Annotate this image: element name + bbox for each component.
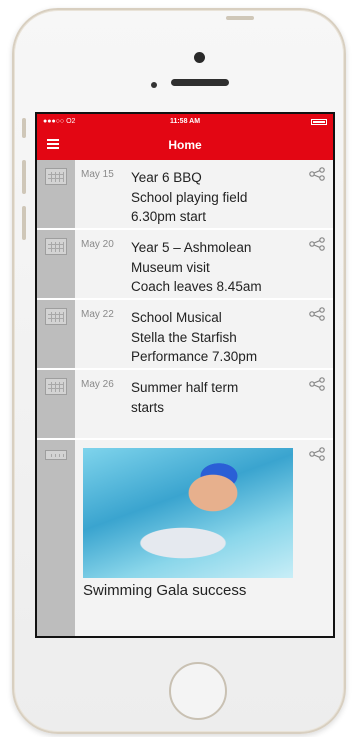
page-title: Home <box>168 138 202 152</box>
earpiece-speaker <box>171 79 229 86</box>
calendar-icon <box>45 168 67 185</box>
calendar-icon <box>45 378 67 395</box>
home-button[interactable] <box>169 662 227 720</box>
event-title: School Musical Stella the Starfish Perfo… <box>131 310 258 364</box>
proximity-sensor <box>151 82 157 88</box>
share-icon[interactable] <box>309 167 325 181</box>
nav-bar: Home <box>37 130 333 160</box>
mute-switch <box>22 118 26 138</box>
event-title: Year 5 – Ashmolean Museum visit Coach le… <box>131 240 262 294</box>
event-title: Year 6 BBQ School playing field 6.30pm s… <box>131 170 248 224</box>
calendar-icon <box>45 238 67 255</box>
event-date: May 26 <box>81 379 114 390</box>
phone-screen: ●●●○○ O2 11:58 AM Home May 15 Year 6 BBQ… <box>35 112 335 638</box>
share-icon[interactable] <box>309 377 325 391</box>
event-title: Summer half term starts <box>131 380 239 415</box>
battery-icon <box>311 119 327 125</box>
volume-down-button <box>22 206 26 240</box>
list-item[interactable]: May 20 Year 5 – Ashmolean Museum visit C… <box>37 230 333 300</box>
news-icon <box>45 450 67 460</box>
list-item[interactable]: May 26 Summer half term starts <box>37 370 333 440</box>
event-date: May 15 <box>81 169 114 180</box>
news-image <box>83 448 293 578</box>
news-title: Swimming Gala success <box>83 582 247 599</box>
power-button <box>226 16 254 20</box>
event-list: May 15 Year 6 BBQ School playing field 6… <box>37 160 333 636</box>
volume-up-button <box>22 160 26 194</box>
news-card[interactable]: Swimming Gala success <box>37 440 333 636</box>
status-carrier: ●●●○○ O2 <box>43 118 76 125</box>
status-time: 11:58 AM <box>169 118 201 125</box>
list-item[interactable]: May 15 Year 6 BBQ School playing field 6… <box>37 160 333 230</box>
share-icon[interactable] <box>309 307 325 321</box>
share-icon[interactable] <box>309 447 325 461</box>
event-date: May 20 <box>81 239 114 250</box>
front-camera <box>194 52 205 63</box>
status-bar: ●●●○○ O2 11:58 AM <box>37 114 333 130</box>
share-icon[interactable] <box>309 237 325 251</box>
event-date: May 22 <box>81 309 114 320</box>
list-item[interactable]: May 22 School Musical Stella the Starfis… <box>37 300 333 370</box>
calendar-icon <box>45 308 67 325</box>
